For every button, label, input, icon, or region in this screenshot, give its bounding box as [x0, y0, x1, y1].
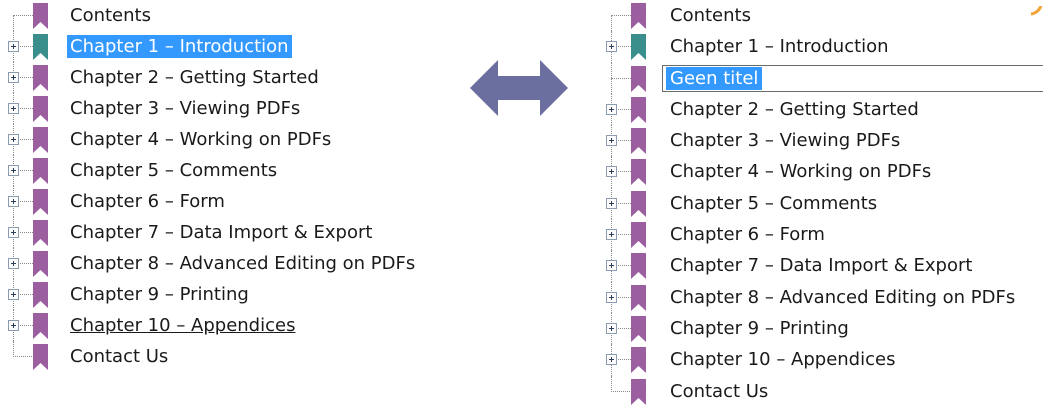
bookmark-icon — [33, 220, 48, 246]
bookmark-label[interactable]: Chapter 6 – Form — [667, 223, 828, 246]
bookmark-icon — [631, 3, 646, 29]
bookmark-label[interactable]: Chapter 5 – Comments — [67, 159, 280, 182]
expand-plus-icon[interactable] — [606, 103, 617, 115]
bookmark-icon — [631, 190, 646, 217]
expand-plus-icon[interactable] — [8, 258, 19, 269]
bookmark-icon — [33, 251, 48, 277]
bookmark-label[interactable]: Contents — [67, 4, 154, 27]
bookmark-icon — [33, 189, 48, 215]
bookmark-label[interactable]: Contact Us — [67, 345, 171, 368]
expand-plus-icon[interactable] — [606, 354, 617, 366]
bookmark-icon — [33, 282, 48, 308]
bookmark-icon — [631, 284, 646, 311]
expand-plus-icon[interactable] — [8, 41, 19, 52]
bookmark-icon — [631, 315, 646, 342]
bookmark-label[interactable]: Chapter 3 – Viewing PDFs — [667, 129, 903, 152]
corner-accent — [1028, 0, 1043, 16]
tree-guide-line — [13, 341, 34, 357]
expand-plus-icon[interactable] — [606, 229, 617, 241]
bookmark-icon — [33, 34, 48, 60]
bookmark-label[interactable]: Contents — [667, 4, 754, 27]
bookmark-icon — [631, 65, 646, 92]
bookmark-title-input-text: Geen titel — [666, 66, 763, 90]
expand-plus-icon[interactable] — [8, 103, 19, 114]
expand-plus-icon[interactable] — [8, 165, 19, 176]
bookmark-icon — [33, 158, 48, 184]
bookmark-label[interactable]: Chapter 8 – Advanced Editing on PDFs — [667, 286, 1018, 309]
expand-plus-icon[interactable] — [606, 260, 617, 272]
tree-guide-line — [611, 77, 631, 79]
bookmark-icon — [33, 344, 48, 370]
expand-plus-icon[interactable] — [8, 227, 19, 238]
tree-guide-line — [611, 5, 631, 16]
bookmark-icon — [631, 96, 646, 123]
bookmark-label[interactable]: Chapter 5 – Comments — [667, 192, 880, 215]
expand-plus-icon[interactable] — [8, 320, 19, 331]
bookmark-label[interactable]: Chapter 1 – Introduction — [667, 35, 892, 58]
bookmark-icon — [33, 96, 48, 122]
tree-guide-line — [611, 15, 612, 32]
expand-plus-icon[interactable] — [606, 135, 617, 147]
bookmark-label[interactable]: Chapter 8 – Advanced Editing on PDFs — [67, 252, 418, 275]
bookmark-icon — [631, 222, 646, 249]
bookmark-label[interactable]: Chapter 1 – Introduction — [67, 35, 292, 58]
expand-plus-icon[interactable] — [8, 289, 19, 300]
bookmark-icon — [33, 127, 48, 153]
bookmark-icon — [631, 34, 646, 61]
bookmark-label[interactable]: Chapter 10 – Appendices — [667, 348, 898, 371]
bookmark-icon — [631, 347, 646, 374]
bookmark-label[interactable]: Chapter 2 – Getting Started — [67, 66, 322, 89]
bookmark-icon — [631, 378, 646, 405]
expand-plus-icon[interactable] — [8, 134, 19, 145]
bookmark-label[interactable]: Chapter 6 – Form — [67, 190, 228, 213]
expand-plus-icon[interactable] — [606, 291, 617, 303]
bookmark-label[interactable]: Chapter 7 – Data Import & Export — [667, 254, 975, 277]
expand-plus-icon[interactable] — [606, 166, 617, 178]
expand-plus-icon[interactable] — [8, 196, 19, 207]
tree-guide-line — [13, 15, 14, 31]
bookmark-label[interactable]: Chapter 2 – Getting Started — [667, 98, 922, 121]
bookmark-label[interactable]: Chapter 9 – Printing — [667, 317, 852, 340]
bookmark-icon — [33, 3, 48, 29]
double-arrow-icon — [470, 58, 568, 123]
bookmark-label[interactable]: Contact Us — [667, 380, 771, 403]
bookmark-label[interactable]: Chapter 4 – Working on PDFs — [667, 160, 934, 183]
tree-guide-line — [13, 5, 33, 16]
bookmark-label[interactable]: Chapter 7 – Data Import & Export — [67, 221, 375, 244]
bookmark-label[interactable]: Chapter 10 – Appendices — [67, 314, 298, 337]
bookmark-icon — [33, 313, 48, 339]
bookmark-title-input[interactable]: Geen titel — [662, 64, 1043, 92]
bookmark-icon — [631, 253, 646, 280]
bookmark-label[interactable]: Chapter 9 – Printing — [67, 283, 252, 306]
bookmark-icon — [33, 65, 48, 91]
bookmark-label[interactable]: Chapter 4 – Working on PDFs — [67, 128, 334, 151]
expand-plus-icon[interactable] — [8, 72, 19, 83]
expand-plus-icon[interactable] — [606, 322, 617, 334]
bookmark-icon — [631, 128, 646, 155]
expand-plus-icon[interactable] — [606, 197, 617, 209]
bookmark-label[interactable]: Chapter 3 – Viewing PDFs — [67, 97, 303, 120]
tree-guide-line — [611, 375, 632, 392]
expand-plus-icon[interactable] — [606, 41, 617, 53]
bookmark-icon — [631, 159, 646, 186]
